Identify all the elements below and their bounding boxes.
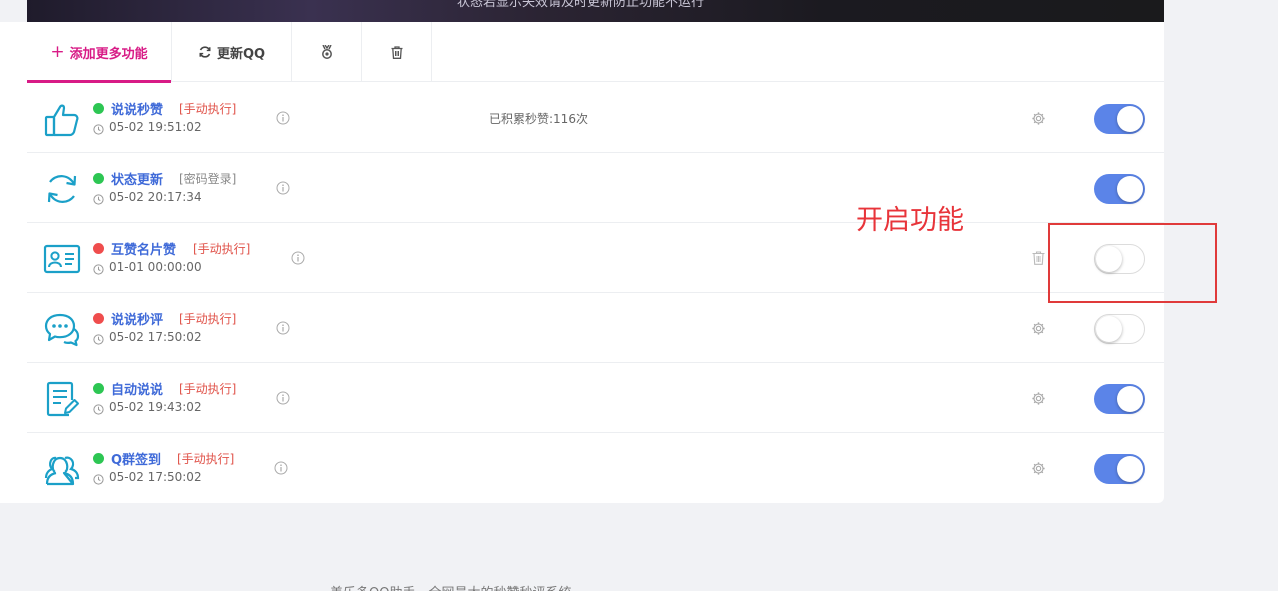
task-row-mutual-card-like: 互赞名片赞 [手动执行] 01-01 00:00:00 xyxy=(27,223,1164,293)
task-row-shuoshuo-like: 说说秒赞 [手动执行] 05-02 19:51:02 已积累秒赞:116次 xyxy=(27,83,1164,153)
task-row-auto-shuoshuo: 自动说说 [手动执行] 05-02 19:43:02 xyxy=(27,363,1164,433)
tab-bar: + 添加更多功能 更新QQ xyxy=(27,22,1164,83)
banner-text: 状态若显示失效请及时更新防止功能不运行 xyxy=(457,0,705,10)
clock-icon xyxy=(93,334,104,345)
annotation-highlight-box xyxy=(1048,223,1217,303)
info-icon[interactable] xyxy=(276,321,290,335)
task-time: 05-02 20:17:34 xyxy=(109,190,202,204)
gear-icon[interactable] xyxy=(1031,461,1046,476)
task-row-status-update: 状态更新 [密码登录] 05-02 20:17:34 xyxy=(27,153,1164,223)
tab-add-more-features[interactable]: + 添加更多功能 xyxy=(27,22,172,83)
task-name[interactable]: 互赞名片赞 xyxy=(111,239,176,258)
task-name[interactable]: 说说秒评 xyxy=(111,309,163,328)
clock-icon xyxy=(93,404,104,415)
toggle-knob xyxy=(1117,106,1143,132)
task-name[interactable]: 自动说说 xyxy=(111,379,163,398)
edit-document-icon xyxy=(46,381,79,417)
thumbs-up-icon xyxy=(44,104,79,137)
status-dot xyxy=(93,243,104,254)
tab-trash[interactable] xyxy=(362,22,432,82)
clock-icon xyxy=(93,474,104,485)
task-tag: [密码登录] xyxy=(179,172,237,186)
clock-icon xyxy=(93,194,104,205)
gear-icon[interactable] xyxy=(1031,391,1046,406)
id-card-icon xyxy=(43,244,81,274)
status-dot xyxy=(93,313,104,324)
task-stat: 已积累秒赞:116次 xyxy=(489,112,588,126)
group-users-icon xyxy=(44,456,80,486)
chat-bubbles-icon xyxy=(44,313,80,347)
task-name[interactable]: 说说秒赞 xyxy=(111,99,163,118)
task-tag: [手动执行] xyxy=(179,382,237,396)
toggle-knob xyxy=(1096,316,1122,342)
task-tag: [手动执行] xyxy=(179,102,237,116)
toggle-knob xyxy=(1117,386,1143,412)
task-time: 01-01 00:00:00 xyxy=(109,260,202,274)
task-name[interactable]: Q群签到 xyxy=(111,449,161,468)
task-tag: [手动执行] xyxy=(179,312,237,326)
task-tag: [手动执行] xyxy=(177,452,235,466)
status-dot xyxy=(93,103,104,114)
task-toggle[interactable] xyxy=(1094,104,1145,134)
tab-add-label: 添加更多功能 xyxy=(69,46,148,62)
info-icon[interactable] xyxy=(276,111,290,125)
status-dot xyxy=(93,453,104,464)
tab-refresh-label: 更新QQ xyxy=(216,46,266,62)
task-time: 05-02 19:51:02 xyxy=(109,120,202,134)
task-toggle[interactable] xyxy=(1094,454,1145,484)
task-toggle[interactable] xyxy=(1094,384,1145,414)
info-icon[interactable] xyxy=(276,181,290,195)
task-toggle[interactable] xyxy=(1094,314,1145,344)
refresh-cycle-icon xyxy=(47,175,77,203)
toggle-knob xyxy=(1117,176,1143,202)
task-time: 05-02 17:50:02 xyxy=(109,330,202,344)
toggle-knob xyxy=(1117,456,1143,482)
task-time: 05-02 19:43:02 xyxy=(109,400,202,414)
tab-update-qq[interactable]: 更新QQ xyxy=(172,22,292,82)
task-tag: [手动执行] xyxy=(193,242,251,256)
task-name[interactable]: 状态更新 xyxy=(111,169,163,188)
info-icon[interactable] xyxy=(274,461,288,475)
status-dot xyxy=(93,383,104,394)
trash-icon xyxy=(391,45,402,59)
gear-icon[interactable] xyxy=(1031,321,1046,336)
medal-icon xyxy=(321,45,332,59)
info-icon[interactable] xyxy=(291,251,305,265)
clock-icon xyxy=(93,124,104,135)
status-dot xyxy=(93,173,104,184)
refresh-icon xyxy=(199,46,211,58)
clock-icon xyxy=(93,264,104,275)
task-row-qgroup-signin: Q群签到 [手动执行] 05-02 17:50:02 xyxy=(27,433,1164,503)
task-time: 05-02 17:50:02 xyxy=(109,470,202,484)
task-row-shuoshuo-comment: 说说秒评 [手动执行] 05-02 17:50:02 xyxy=(27,293,1164,363)
footer-text: 美乐多QQ助手，全网最大的秒赞秒评系统 xyxy=(330,582,571,591)
task-toggle[interactable] xyxy=(1094,174,1145,204)
tab-medal[interactable] xyxy=(292,22,362,82)
info-icon[interactable] xyxy=(276,391,290,405)
trash-icon[interactable] xyxy=(1032,251,1045,265)
annotation-label: 开启功能 xyxy=(856,205,964,236)
plus-icon: + xyxy=(50,42,65,62)
gear-icon[interactable] xyxy=(1031,111,1046,126)
top-banner: 状态若显示失效请及时更新防止功能不运行 xyxy=(27,0,1164,22)
